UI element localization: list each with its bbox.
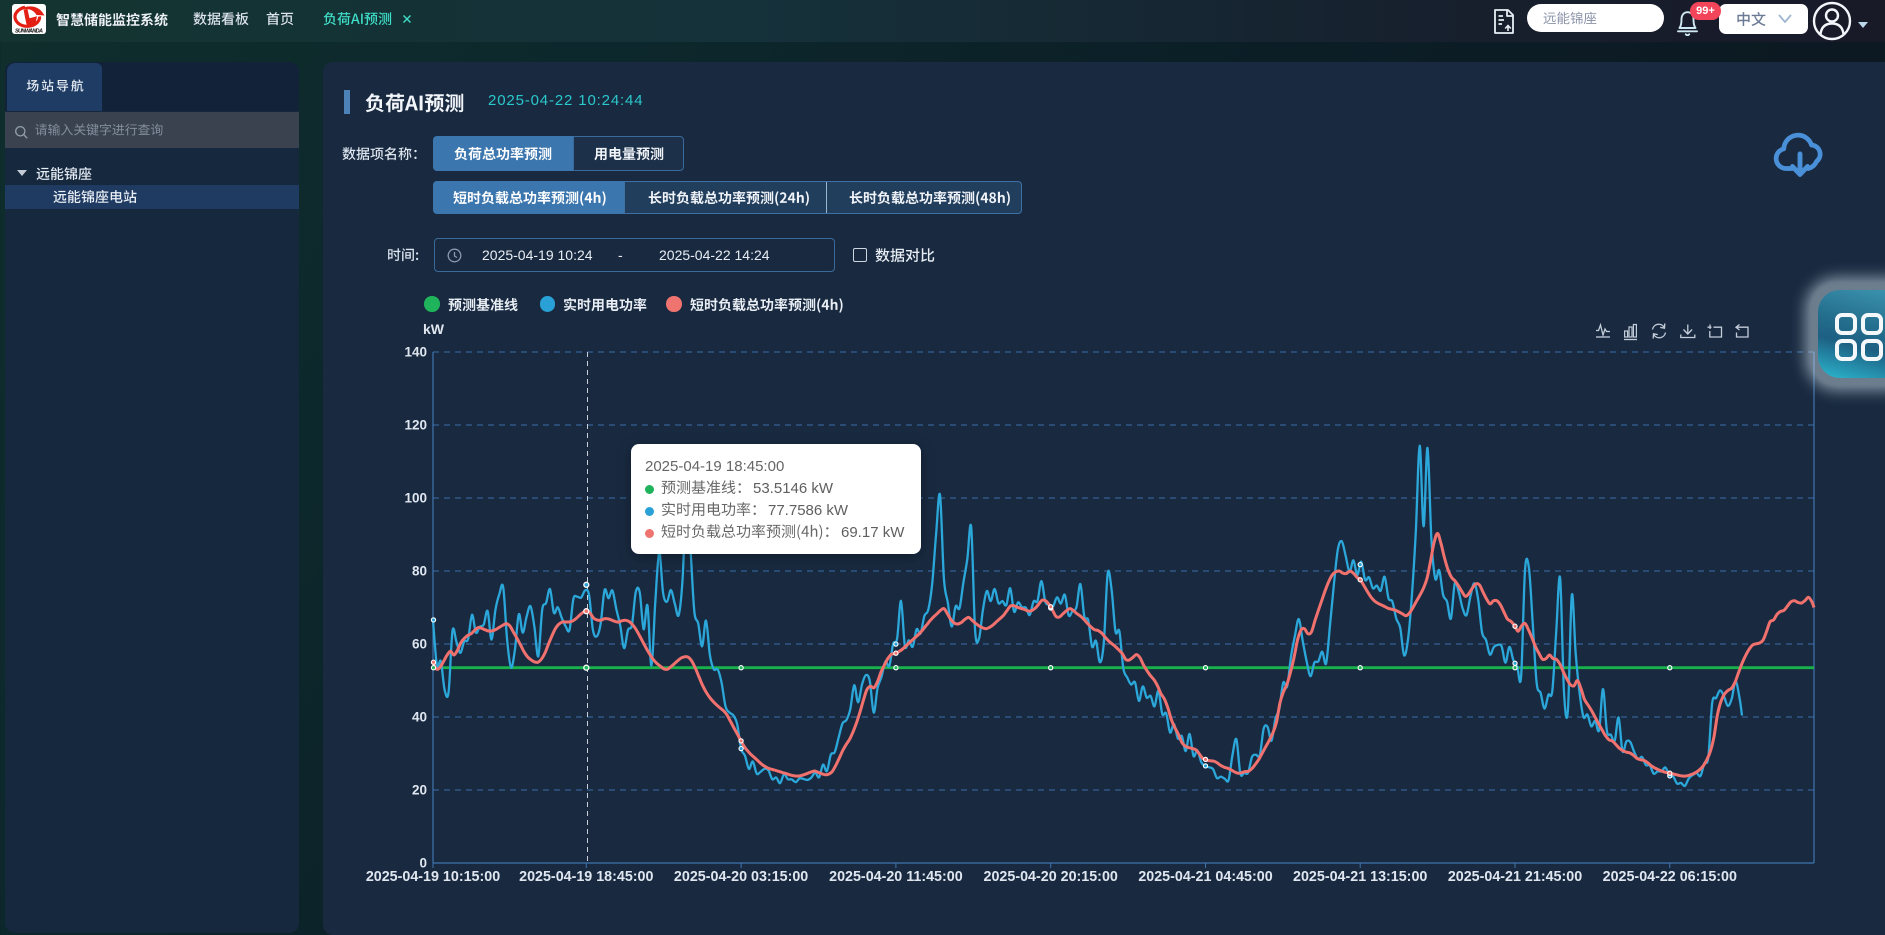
svg-text:2025-04-20 03:15:00: 2025-04-20 03:15:00 [674, 869, 808, 885]
svg-text:2025-04-22 06:15:00: 2025-04-22 06:15:00 [1603, 869, 1737, 885]
svg-text:2025-04-20 20:15:00: 2025-04-20 20:15:00 [984, 869, 1118, 885]
svg-text:140: 140 [404, 345, 427, 360]
svg-text:2025-04-20 11:45:00: 2025-04-20 11:45:00 [829, 869, 963, 885]
svg-text:2025-04-21 21:45:00: 2025-04-21 21:45:00 [1448, 869, 1582, 885]
svg-text:40: 40 [412, 710, 427, 725]
svg-text:20: 20 [412, 783, 427, 798]
svg-text:2025-04-19 10:15:00: 2025-04-19 10:15:00 [366, 869, 500, 885]
svg-text:kW: kW [423, 321, 445, 337]
svg-text:2025-04-21 13:15:00: 2025-04-21 13:15:00 [1293, 869, 1427, 885]
svg-text:80: 80 [412, 564, 427, 579]
svg-text:120: 120 [404, 418, 427, 433]
svg-text:100: 100 [404, 491, 427, 506]
svg-text:60: 60 [412, 637, 427, 652]
svg-text:2025-04-19 18:45:00: 2025-04-19 18:45:00 [519, 869, 653, 885]
svg-text:2025-04-21 04:45:00: 2025-04-21 04:45:00 [1138, 869, 1272, 885]
